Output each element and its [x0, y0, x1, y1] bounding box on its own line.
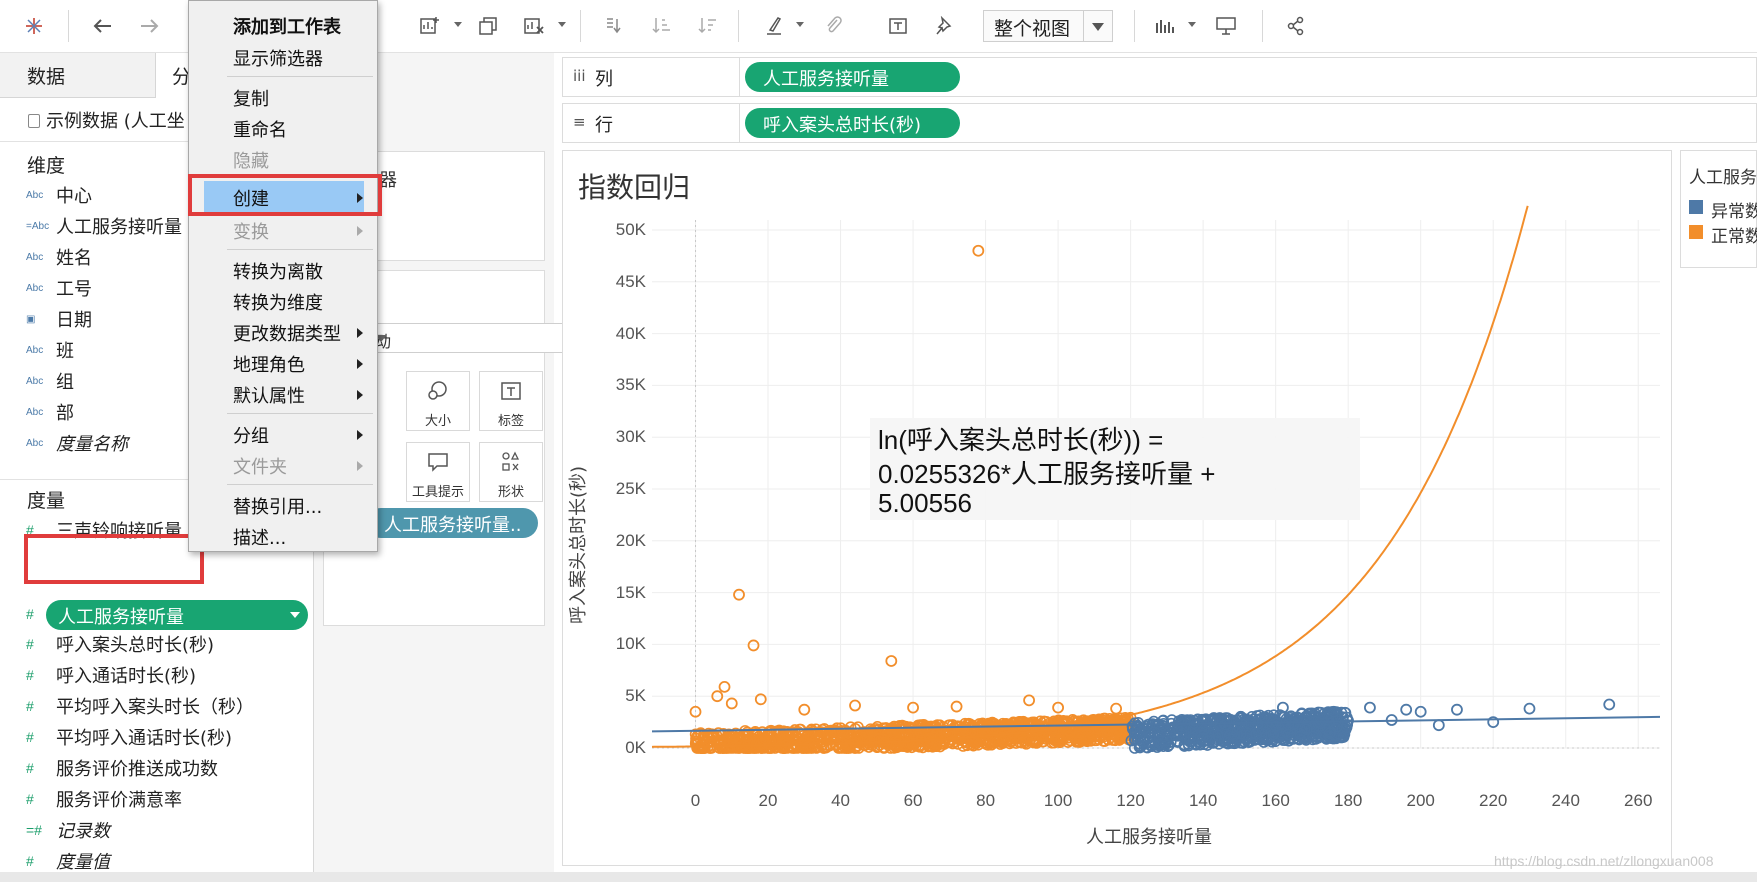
- data-point: [725, 697, 738, 710]
- context-menu: 添加到工作表 显示筛选器 复制 重命名 隐藏 创建 变换 转换为离散 转换为维度…: [188, 0, 378, 552]
- menu-item-add-to-sheet[interactable]: 添加到工作表: [233, 13, 341, 39]
- submenu-arrow-icon: [357, 461, 363, 471]
- menu-item-hide: 隐藏: [233, 151, 269, 172]
- legend-label: 正常数: [1711, 227, 1757, 247]
- data-point: [950, 700, 963, 713]
- menu-item-group[interactable]: 分组: [233, 422, 269, 448]
- submenu-arrow-icon: [357, 359, 363, 369]
- data-point: [1523, 702, 1536, 715]
- trend-equation-annotation: ln(呼入案头总时长(秒)) = 0.0255326*人工服务接听量 + 5.0…: [870, 418, 1360, 520]
- watermark: https://blog.csdn.net/zllongxuan008: [1494, 853, 1714, 869]
- legend-title: 人工服务: [1689, 168, 1757, 188]
- data-point: [733, 588, 745, 601]
- data-point: [885, 655, 898, 667]
- menu-item-describe[interactable]: 描述...: [233, 524, 286, 550]
- highlight-box: [188, 174, 382, 216]
- color-legend: 人工服务 异常数 正常数: [1680, 150, 1757, 268]
- submenu-arrow-icon: [357, 226, 363, 236]
- data-point: [849, 699, 861, 712]
- menu-item-geographic-role[interactable]: 地理角色: [233, 351, 305, 377]
- data-point: [747, 639, 760, 652]
- data-point: [1023, 694, 1035, 707]
- menu-item-convert-dimension[interactable]: 转换为维度: [233, 289, 323, 315]
- menu-item-default-properties[interactable]: 默认属性: [233, 382, 305, 408]
- legend-label: 异常数: [1711, 202, 1757, 222]
- menu-item-change-data-type[interactable]: 更改数据类型: [233, 320, 341, 346]
- bottom-tabs-bar: [0, 872, 1757, 882]
- legend-swatch: [1689, 225, 1703, 239]
- submenu-arrow-icon: [357, 328, 363, 338]
- equation-line-3: 5.00556: [878, 488, 972, 518]
- data-point: [1364, 701, 1376, 714]
- menu-item-replace-references[interactable]: 替换引用...: [233, 493, 322, 519]
- data-point: [718, 680, 731, 693]
- data-point: [1603, 698, 1616, 711]
- data-point: [1451, 703, 1463, 716]
- data-point: [1432, 719, 1445, 732]
- menu-item-copy[interactable]: 复制: [233, 85, 269, 111]
- data-point: [1400, 703, 1413, 716]
- legend-swatch: [1689, 200, 1703, 214]
- equation-line-2: 0.0255326*人工服务接听量 +: [878, 459, 1216, 489]
- menu-item-transform: 变换: [233, 222, 269, 243]
- menu-item-show-filter[interactable]: 显示筛选器: [233, 45, 323, 71]
- menu-item-convert-discrete[interactable]: 转换为离散: [233, 258, 323, 284]
- menu-item-folder: 文件夹: [233, 457, 287, 478]
- menu-item-rename[interactable]: 重命名: [233, 116, 287, 142]
- data-point: [972, 244, 985, 257]
- submenu-arrow-icon: [357, 390, 363, 400]
- submenu-arrow-icon: [357, 430, 363, 440]
- equation-line-1: ln(呼入案头总时长(秒)) =: [878, 425, 1164, 455]
- data-point: [1110, 702, 1123, 715]
- data-point: [798, 703, 811, 716]
